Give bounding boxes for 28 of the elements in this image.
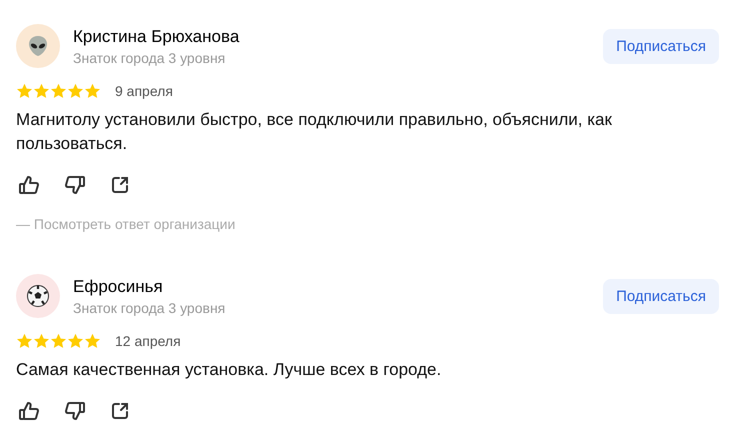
- star-icon: [50, 333, 67, 349]
- author-name: Кристина Брюханова: [73, 26, 240, 46]
- star-icon: [84, 333, 101, 349]
- thumbs-up-icon[interactable]: [18, 174, 40, 196]
- thumbs-up-icon[interactable]: [18, 400, 40, 422]
- review-date: 9 апреля: [115, 83, 173, 99]
- alien-icon: [26, 34, 50, 58]
- review-text: Магнитолу установили быстро, все подключили правильно, объяснили, как пользоваться.: [16, 109, 613, 155]
- review-text: Самая качественная установка. Лучше всех в городе.: [16, 359, 442, 381]
- star-icon: [50, 83, 67, 99]
- star-icon: [16, 333, 33, 349]
- star-icon: [67, 333, 84, 349]
- star-icon: [33, 333, 50, 349]
- subscribe-button[interactable]: Подписаться: [603, 28, 719, 64]
- star-icon: [16, 83, 33, 99]
- user-rank-label: Знаток города 3 уровня: [73, 50, 226, 66]
- star-icon: [33, 83, 50, 99]
- star-icon: [67, 83, 84, 99]
- user-rank-label: Знаток города 3 уровня: [73, 300, 226, 316]
- subscribe-button[interactable]: Подписаться: [603, 278, 719, 314]
- star-icon: [84, 83, 101, 99]
- share-icon[interactable]: [110, 401, 130, 421]
- thumbs-down-icon[interactable]: [64, 400, 86, 422]
- soccer-ball-icon: [26, 284, 50, 308]
- share-icon[interactable]: [110, 175, 130, 195]
- thumbs-down-icon[interactable]: [64, 174, 86, 196]
- review-date: 12 апреля: [115, 333, 181, 349]
- author-name: Ефросинья: [73, 276, 164, 296]
